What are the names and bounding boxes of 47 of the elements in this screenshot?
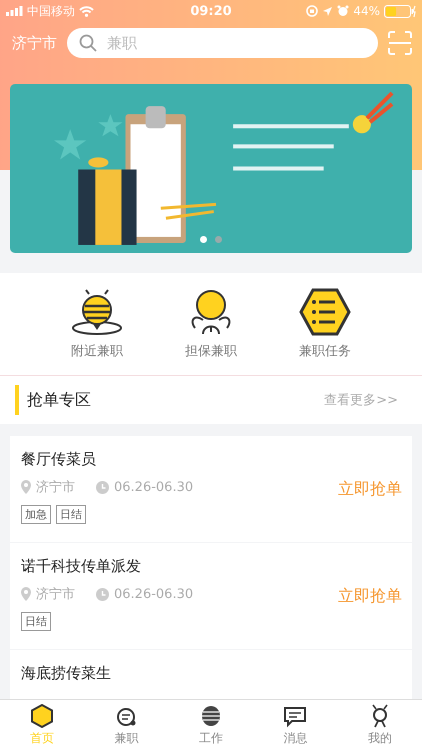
shortcut-button[interactable]: 附近兼职	[71, 288, 123, 360]
location-pin-icon	[21, 480, 31, 494]
job-dates: 06.26-06.30	[114, 586, 194, 602]
job-card[interactable]: 餐厅传菜员 济宁市 06.26-06.30 加急 日结 立即抢单	[10, 436, 412, 542]
tab-item[interactable]: 我的	[350, 704, 410, 746]
grab-order-button[interactable]: 立即抢单	[338, 478, 402, 500]
job-location: 济宁市	[36, 479, 75, 496]
rotation-lock-icon	[306, 5, 318, 17]
hexagon-icon	[31, 704, 54, 728]
job-tag: 日结	[56, 505, 86, 524]
job-card[interactable]: 海底捞传菜生	[10, 650, 412, 699]
job-dates: 06.26-06.30	[114, 480, 194, 494]
job-location: 济宁市	[36, 586, 75, 603]
job-title: 餐厅传菜员	[21, 450, 97, 469]
clock-icon	[96, 588, 109, 600]
clock-icon	[96, 480, 109, 494]
alarm-icon	[337, 5, 350, 17]
search-field[interactable]: 兼职	[67, 28, 378, 58]
more-link[interactable]: 查看更多>>	[324, 391, 398, 409]
beehive-icon	[200, 704, 222, 728]
job-card[interactable]: 诺千科技传单派发 济宁市 06.26-06.30 日结 立即抢单	[10, 543, 412, 649]
location-arrow-icon	[322, 6, 334, 16]
job-title: 诺千科技传单派发	[21, 557, 142, 576]
battery-icon	[384, 4, 416, 18]
job-tag: 日结	[21, 612, 51, 631]
status-time: 09:20	[190, 4, 232, 18]
battery-percent: 44%	[353, 4, 380, 18]
signal-icon	[6, 6, 23, 16]
hexagon-list-icon	[299, 288, 351, 336]
wifi-icon	[79, 6, 94, 16]
shortcut-button[interactable]: 担保兼职	[185, 288, 237, 360]
scan-icon[interactable]	[388, 31, 412, 55]
bee-icon	[71, 288, 123, 336]
lightbulb-figure-icon	[189, 288, 233, 336]
location-pin-icon	[21, 587, 31, 601]
tab-item[interactable]: 消息	[265, 704, 326, 746]
shortcut-button[interactable]: 兼职任务	[299, 288, 351, 360]
carrier-name: 中国移动	[27, 2, 75, 20]
city-selector[interactable]: 济宁市	[12, 34, 57, 52]
tab-item[interactable]: 工作	[180, 704, 241, 746]
job-tag: 加急	[21, 505, 51, 524]
accent-bar	[15, 385, 19, 415]
job-title: 海底捞传菜生	[21, 664, 112, 683]
tab-item[interactable]: 兼职	[96, 704, 157, 746]
section-title: 抢单专区	[27, 390, 91, 410]
grab-order-button[interactable]: 立即抢单	[338, 586, 402, 606]
search-icon	[79, 34, 97, 52]
